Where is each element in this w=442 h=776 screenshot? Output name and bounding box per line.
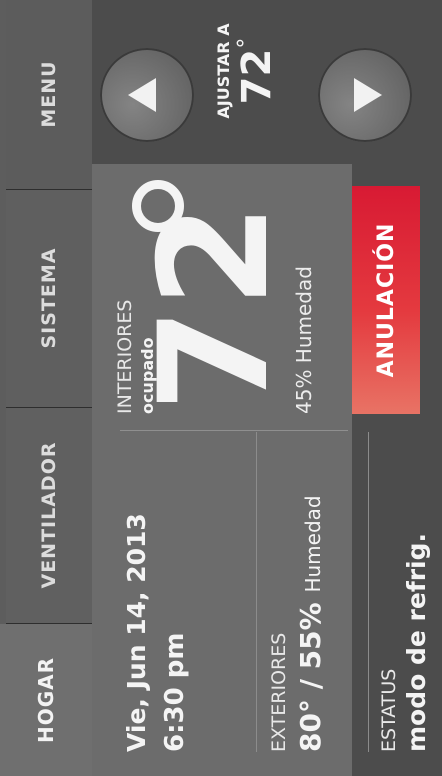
divider-status: [368, 432, 369, 752]
degree-symbol-icon: [132, 180, 184, 232]
override-label: ANULACIÓN: [373, 222, 399, 378]
temp-up-button[interactable]: [100, 48, 194, 142]
tab-menu-label: MENU: [38, 60, 60, 128]
tab-fan-label: VENTILADOR: [38, 441, 60, 589]
tab-bar: HOGAR VENTILADOR SISTEMA MENU: [0, 0, 92, 776]
status-label: ESTATUS: [378, 668, 400, 752]
temp-down-button[interactable]: [318, 48, 412, 142]
setpoint-degree: °: [234, 37, 259, 49]
indoor-temperature: 72: [128, 203, 302, 412]
outdoor-reading: 80° / 55% Humedad: [294, 495, 327, 752]
tab-system[interactable]: SISTEMA: [6, 189, 92, 408]
tab-system-label: SISTEMA: [38, 247, 60, 349]
arrow-up-icon: [128, 78, 156, 112]
setpoint-value: 72°: [234, 6, 280, 136]
setpoint-label: AJUSTAR A: [214, 23, 233, 119]
tab-menu[interactable]: MENU: [6, 0, 92, 190]
override-button[interactable]: ANULACIÓN: [352, 186, 420, 414]
tab-home-label: HOGAR: [34, 656, 58, 744]
divider-vertical: [120, 430, 348, 431]
status-value: modo de refrig.: [402, 532, 431, 752]
time-text: 6:30 pm: [160, 632, 190, 752]
outdoor-temp-humidity: 80° / 55%: [294, 602, 327, 752]
tab-home[interactable]: HOGAR: [0, 624, 92, 776]
arrow-down-icon: [354, 78, 382, 112]
tab-fan[interactable]: VENTILADOR: [6, 407, 92, 624]
indoor-humidity: 45% Humedad: [292, 266, 316, 414]
outdoor-label: EXTERIORES: [268, 632, 290, 752]
outdoor-humidity-word: Humedad: [301, 495, 325, 593]
divider-outdoor: [256, 432, 257, 752]
date-text: Vie, Jun 14, 2013: [122, 513, 151, 752]
setpoint-number: 72: [234, 48, 280, 105]
thermostat-screen: HOGAR VENTILADOR SISTEMA MENU Vie, Jun 1…: [0, 0, 442, 776]
rotated-screen: HOGAR VENTILADOR SISTEMA MENU Vie, Jun 1…: [0, 0, 442, 776]
